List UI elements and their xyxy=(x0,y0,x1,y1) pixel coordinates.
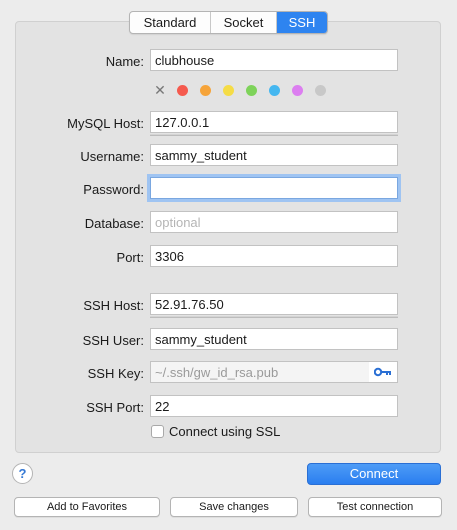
help-button[interactable]: ? xyxy=(12,463,33,484)
password-label: Password: xyxy=(83,182,144,197)
tab-standard[interactable]: Standard xyxy=(130,12,211,33)
ssh-key-label: SSH Key: xyxy=(87,366,144,381)
test-connection-button[interactable]: Test connection xyxy=(308,497,442,517)
mysql-host-underline xyxy=(150,134,398,136)
database-input[interactable] xyxy=(150,211,398,233)
name-input[interactable] xyxy=(150,49,398,71)
ssl-option[interactable]: Connect using SSL xyxy=(151,424,280,439)
ssh-user-label: SSH User: xyxy=(82,333,144,348)
password-input[interactable] xyxy=(150,177,398,199)
port-input[interactable] xyxy=(150,245,398,267)
database-label: Database: xyxy=(84,216,144,231)
username-input[interactable] xyxy=(150,144,398,166)
ssh-key-browse-button[interactable] xyxy=(369,361,398,383)
no-color-icon[interactable]: ✕ xyxy=(154,83,166,97)
ssh-host-underline xyxy=(150,316,398,318)
ssh-host-input[interactable] xyxy=(150,293,398,315)
add-to-favorites-button[interactable]: Add to Favorites xyxy=(14,497,160,517)
color-picker: ✕ xyxy=(154,83,338,97)
connect-button[interactable]: Connect xyxy=(307,463,441,485)
ssh-port-input[interactable] xyxy=(150,395,398,417)
mysql-host-label: MySQL Host: xyxy=(67,116,144,131)
mysql-host-input[interactable] xyxy=(150,111,398,133)
connection-type-tabs: Standard Socket SSH xyxy=(129,11,328,34)
color-gray[interactable] xyxy=(315,84,326,96)
username-label: Username: xyxy=(80,149,144,164)
ssl-checkbox[interactable] xyxy=(151,425,164,438)
color-red[interactable] xyxy=(177,84,188,96)
port-label: Port: xyxy=(116,250,144,265)
color-green[interactable] xyxy=(246,84,257,96)
color-blue[interactable] xyxy=(269,84,280,96)
name-label: Name: xyxy=(105,54,144,69)
key-icon xyxy=(374,367,391,377)
ssh-key-input[interactable] xyxy=(150,361,370,383)
tab-socket[interactable]: Socket xyxy=(211,12,277,33)
save-changes-button[interactable]: Save changes xyxy=(170,497,298,517)
ssh-port-label: SSH Port: xyxy=(86,400,144,415)
ssh-user-input[interactable] xyxy=(150,328,398,350)
color-purple[interactable] xyxy=(292,84,303,96)
ssh-host-label: SSH Host: xyxy=(83,298,144,313)
color-yellow[interactable] xyxy=(223,84,234,96)
tab-ssh[interactable]: SSH xyxy=(277,12,327,33)
color-orange[interactable] xyxy=(200,84,211,96)
ssl-checkbox-label: Connect using SSL xyxy=(169,424,281,439)
